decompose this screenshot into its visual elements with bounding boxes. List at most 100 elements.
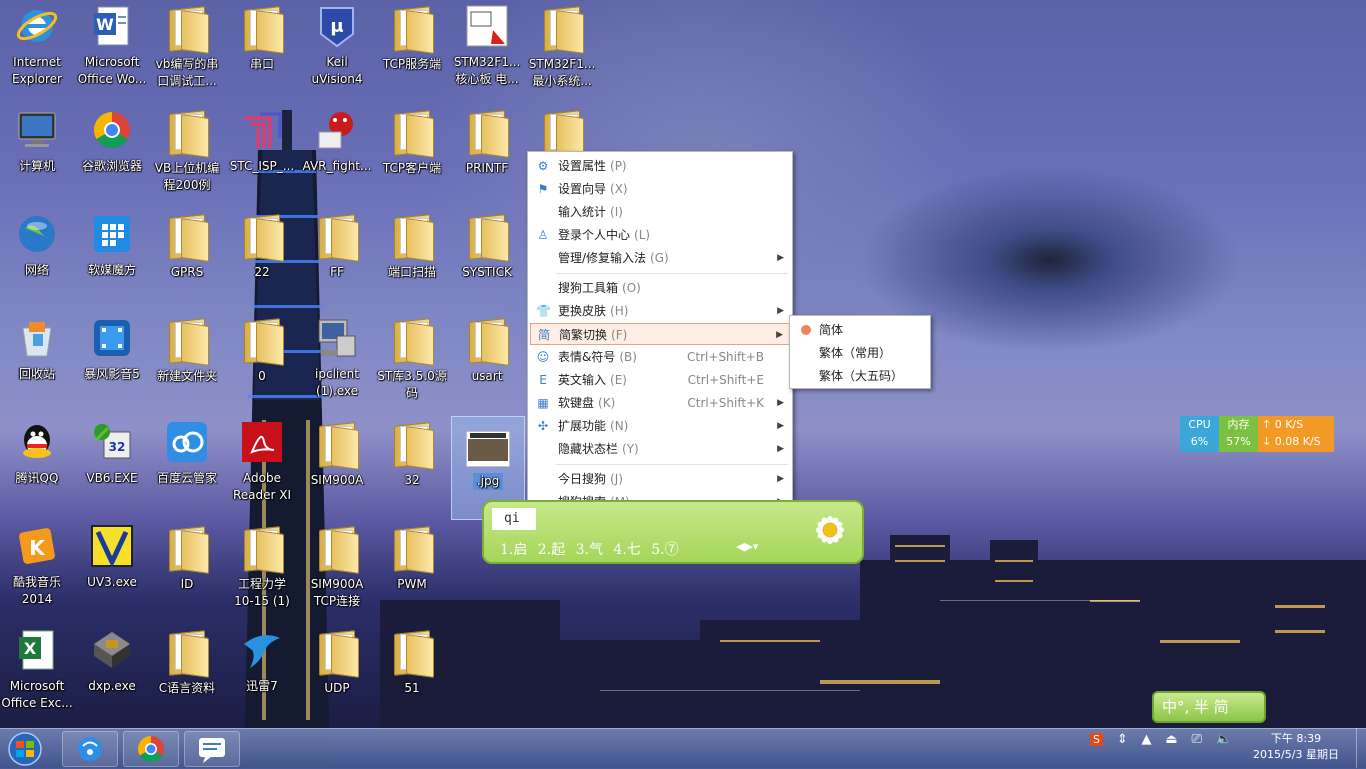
desktop-icon-folder[interactable]: vb编写的串 口调试工... <box>150 0 224 104</box>
menu-separator <box>556 273 788 274</box>
desktop-icon-label: AVR_fight... <box>302 159 372 173</box>
menu-item[interactable]: ☺ 表情&符号 (B) Ctrl+Shift+B <box>530 346 790 368</box>
desktop-icon-vb6[interactable]: 32 VB6.EXE <box>75 416 149 520</box>
menu-item[interactable]: 搜狗工具箱 (O) <box>530 277 790 299</box>
menu-item[interactable]: ⚙ 设置属性 (P) <box>530 155 790 177</box>
desktop-icon-folder[interactable]: UDP <box>300 624 374 728</box>
desktop-icon-baofeng[interactable]: 暴风影音5 <box>75 312 149 416</box>
desktop-icon-folder[interactable]: GPRS <box>150 208 224 312</box>
menu-item-label: 简繁切换 (F) <box>559 324 627 346</box>
menu-item-accelerator: (G) <box>650 251 669 265</box>
taskbar-messenger[interactable] <box>184 731 240 767</box>
menu-item[interactable]: 今日搜狗 (J) ▶ <box>530 468 790 490</box>
desktop-icon-folder[interactable]: 新建文件夹 <box>150 312 224 416</box>
desktop-icon-uv3[interactable]: UV3.exe <box>75 520 149 624</box>
desktop-icon-stc[interactable]: STC_ISP_... <box>225 104 299 208</box>
clock-time: 下午 8:39 <box>1270 732 1322 745</box>
start-button[interactable] <box>2 731 48 767</box>
desktop-icon-xunlei[interactable]: 迅雷7 <box>225 624 299 728</box>
desktop-icon-folder[interactable]: SYSTICK <box>450 208 524 312</box>
taskbar-network-app[interactable] <box>62 731 118 767</box>
system-clock[interactable]: 下午 8:39 2015/5/3 星期日 <box>1240 731 1352 763</box>
desktop-icon-dxp[interactable]: dxp.exe <box>75 624 149 728</box>
menu-item[interactable]: ✣ 扩展功能 (N) ▶ <box>530 415 790 437</box>
desktop-icon-qq[interactable]: 腾讯QQ <box>0 416 74 520</box>
desktop-icon-folder[interactable]: 51 <box>375 624 449 728</box>
smiley-icon: ☺ <box>536 350 550 364</box>
menu-item[interactable]: 管理/修复输入法 (G) ▶ <box>530 247 790 269</box>
show-desktop-button[interactable] <box>1356 728 1366 768</box>
desktop-icon-folder[interactable]: PRINTF <box>450 104 524 208</box>
desktop-icon-folder[interactable]: 工程力学 10-15 (1) <box>225 520 299 624</box>
desktop-icon-adobe[interactable]: Adobe Reader XI <box>225 416 299 520</box>
desktop-icon-excel[interactable]: X Microsoft Office Exc... <box>0 624 74 728</box>
desktop-icon-ie[interactable]: Internet Explorer <box>0 0 74 104</box>
desktop-icon-folder[interactable]: SIM900A TCP连接 <box>300 520 374 624</box>
menu-item-accelerator: (F) <box>611 328 628 342</box>
desktop-icon-folder[interactable]: FF <box>300 208 374 312</box>
desktop-icon-folder[interactable]: PWM <box>375 520 449 624</box>
volume-icon[interactable]: 🔈 <box>1216 732 1232 747</box>
folder-icon <box>313 422 361 470</box>
desktop-icon-cube[interactable]: 软媒魔方 <box>75 208 149 312</box>
desktop-icon-ipclient[interactable]: ipclient (1).exe <box>300 312 374 416</box>
desktop-icon-folder[interactable]: 端口扫描 <box>375 208 449 312</box>
desktop-icon-label: Adobe Reader XI <box>232 471 292 502</box>
menu-item[interactable]: 👕 更换皮肤 (H) ▶ <box>530 300 790 322</box>
desktop-icon-folder[interactable]: 0 <box>225 312 299 416</box>
desktop-icon-folder[interactable]: STM32F1... 最小系统... <box>525 0 599 104</box>
ime-candidate-list[interactable]: 1.启 2.起 3.气 4.七 5.⑦ <box>500 539 679 559</box>
folder-icon <box>388 6 436 54</box>
desktop-icon-folder[interactable]: ST库3.5.0源 码 <box>375 312 449 416</box>
submenu-item[interactable]: 繁体（常用） <box>792 342 928 364</box>
desktop-icon-folder[interactable]: ID <box>150 520 224 624</box>
tray-sort-icon[interactable]: ⇕ <box>1117 732 1128 747</box>
desktop-icon-word[interactable]: W Microsoft Office Wo... <box>75 0 149 104</box>
menu-item[interactable]: 隐藏状态栏 (Y) ▶ <box>530 438 790 460</box>
usb-icon[interactable]: ⏏ <box>1165 732 1177 747</box>
ime-status-bar[interactable]: 中°, 半 简 <box>1152 691 1266 723</box>
menu-item-label: 登录个人中心 (L) <box>558 224 650 246</box>
desktop-icon-keil[interactable]: μ Keil uVision4 <box>300 0 374 104</box>
network-tray-icon[interactable]: ⎚ <box>1192 732 1202 747</box>
svg-text:X: X <box>24 639 37 658</box>
menu-item[interactable]: 简简繁切换 (F) ▶ <box>530 323 790 345</box>
desktop-icon-label: dxp.exe <box>88 679 136 693</box>
desktop-icon-folder[interactable]: SIM900A <box>300 416 374 520</box>
taskbar-chrome[interactable] <box>123 731 179 767</box>
ime-page-nav[interactable]: ◀▶▾ <box>736 540 758 553</box>
menu-item-text: 隐藏状态栏 <box>558 442 619 456</box>
menu-item-label: 设置属性 (P) <box>558 155 627 177</box>
user-icon: ♙ <box>537 228 549 242</box>
desktop-icon-recycle[interactable]: 回收站 <box>0 312 74 416</box>
desktop-icon-folder[interactable]: VB上位机编 程200例 <box>150 104 224 208</box>
submenu-item[interactable]: 繁体（大五码） <box>792 365 928 387</box>
desktop-icon-folder[interactable]: TCP服务端 <box>375 0 449 104</box>
desktop-icon-baidu[interactable]: 百度云管家 <box>150 416 224 520</box>
submenu-item[interactable]: 简体 <box>792 319 928 341</box>
desktop-icon-label: UV3.exe <box>87 575 137 589</box>
desktop-icon-folder[interactable]: TCP客户端 <box>375 104 449 208</box>
menu-item[interactable]: ⚑ 设置向导 (X) <box>530 178 790 200</box>
desktop-icon-computer[interactable]: 计算机 <box>0 104 74 208</box>
sogou-tray-icon[interactable]: S <box>1090 733 1103 746</box>
desktop-icon-folder[interactable]: 32 <box>375 416 449 520</box>
desktop-icon-folder[interactable]: usart <box>450 312 524 416</box>
desktop-icon-network[interactable]: 网络 <box>0 208 74 312</box>
desktop-icon-folder[interactable]: 串口 <box>225 0 299 104</box>
desktop-icon-folder[interactable]: C语言资料 <box>150 624 224 728</box>
memory-value: 57% <box>1226 435 1251 448</box>
desktop-icon-folder[interactable]: 22 <box>225 208 299 312</box>
network-monitor-widget[interactable]: CPU 6% 内存 57% ↑ 0 K/S ↓ 0.08 K/S <box>1180 416 1334 452</box>
baidu-icon <box>163 420 211 468</box>
vb6-icon: 32 <box>88 420 136 468</box>
menu-item[interactable]: ▦ 软键盘 (K) Ctrl+Shift+K ▶ <box>530 392 790 414</box>
desktop-icon-chrome[interactable]: 谷歌浏览器 <box>75 104 149 208</box>
show-hidden-icons[interactable]: ▲ <box>1142 732 1152 747</box>
menu-item[interactable]: ♙ 登录个人中心 (L) <box>530 224 790 246</box>
desktop-icon-avr[interactable]: AVR_fight... <box>300 104 374 208</box>
desktop-icon-kuwo[interactable]: K 酷我音乐 2014 <box>0 520 74 624</box>
desktop-icon-pdfdoc[interactable]: STM32F1... 核心板 电... <box>450 0 524 104</box>
menu-item[interactable]: 输入统计 (I) <box>530 201 790 223</box>
menu-item[interactable]: E 英文输入 (E) Ctrl+Shift+E <box>530 369 790 391</box>
